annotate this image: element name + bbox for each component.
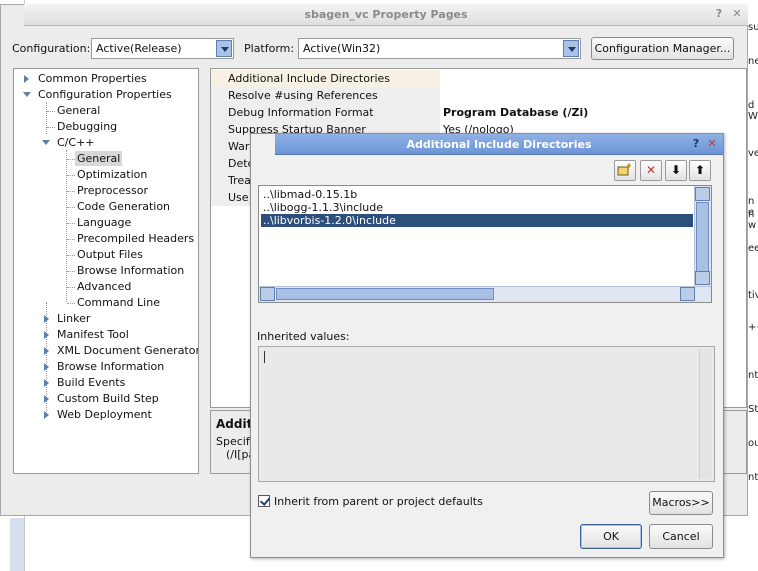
background-text: ou bbox=[748, 438, 758, 449]
grid-row-name: Resolve #using References bbox=[211, 87, 440, 104]
tree-item-advanced[interactable]: Advanced bbox=[77, 279, 131, 294]
text-caret bbox=[264, 351, 265, 363]
tree-item-code-generation[interactable]: Code Generation bbox=[77, 199, 170, 214]
tree-item-output-files[interactable]: Output Files bbox=[77, 247, 143, 262]
delete-icon[interactable]: ✕ bbox=[640, 160, 662, 181]
grid-row[interactable]: Debug Information Format Program Databas… bbox=[211, 104, 746, 121]
directory-list[interactable]: ..\libmad-0.15.1b ..\libogg-1.1.3\includ… bbox=[258, 185, 712, 303]
tree-item-general[interactable]: General bbox=[57, 103, 100, 118]
background-text: ne bbox=[748, 56, 758, 67]
tree-item-command-line[interactable]: Command Line bbox=[77, 295, 160, 310]
inherited-values-box bbox=[258, 346, 715, 482]
grid-row-name: Debug Information Format bbox=[211, 104, 440, 121]
background-text: ve bbox=[748, 148, 758, 159]
grid-row[interactable]: Additional Include Directories bbox=[211, 70, 746, 87]
platform-value: Active(Win32) bbox=[303, 42, 381, 55]
tree-item-build-events[interactable]: Build Events bbox=[57, 375, 125, 390]
expand-icon[interactable] bbox=[24, 75, 29, 83]
tree-item-custom-build-step[interactable]: Custom Build Step bbox=[57, 391, 159, 406]
tree-item-xml-document-generator[interactable]: XML Document Generator bbox=[57, 343, 198, 358]
vertical-scrollbar[interactable] bbox=[694, 186, 711, 286]
tree-item-optimization[interactable]: Optimization bbox=[77, 167, 147, 182]
configuration-manager-button[interactable]: Configuration Manager... bbox=[591, 37, 734, 60]
scroll-left-icon[interactable] bbox=[260, 287, 275, 301]
include-dialog-title: Additional Include Directories bbox=[406, 138, 592, 151]
expand-icon[interactable] bbox=[44, 363, 49, 371]
background-text: tiv bbox=[748, 290, 758, 301]
collapse-icon[interactable] bbox=[42, 140, 50, 145]
include-directories-titlebar[interactable]: Additional Include Directories ? ✕ bbox=[275, 134, 723, 155]
property-tree[interactable]: Common Properties Configuration Properti… bbox=[13, 68, 199, 474]
collapse-icon[interactable] bbox=[23, 92, 31, 97]
background-text: St bbox=[748, 404, 758, 415]
include-directories-dialog: Additional Include Directories ? ✕ ✕ ⬇ ⬆… bbox=[250, 133, 724, 558]
tree-item-precompiled-headers[interactable]: Precompiled Headers bbox=[77, 231, 194, 246]
background-text: ++ bbox=[748, 322, 758, 333]
property-pages-titlebar[interactable]: sbagen_vc Property Pages ? ✕ bbox=[24, 4, 748, 26]
close-icon[interactable]: ✕ bbox=[705, 137, 719, 151]
expand-icon[interactable] bbox=[44, 347, 49, 355]
ok-button[interactable]: OK bbox=[580, 524, 642, 549]
list-item[interactable]: ..\libogg-1.1.3\include bbox=[261, 201, 693, 214]
scroll-thumb[interactable] bbox=[276, 288, 494, 300]
background-text: d W bbox=[748, 100, 758, 122]
tree-item-configuration-properties[interactable]: Configuration Properties bbox=[38, 87, 172, 102]
grid-row-value[interactable]: Program Database (/Zi) bbox=[440, 104, 588, 121]
move-up-icon[interactable]: ⬆ bbox=[689, 160, 711, 181]
inherit-checkbox-label[interactable]: Inherit from parent or project defaults bbox=[274, 495, 483, 508]
tree-item-common-properties[interactable]: Common Properties bbox=[38, 71, 147, 86]
scroll-right-icon[interactable] bbox=[680, 287, 695, 301]
tree-item-linker[interactable]: Linker bbox=[57, 311, 90, 326]
vertical-scrollbar bbox=[699, 349, 712, 479]
help-icon[interactable]: ? bbox=[689, 137, 703, 151]
platform-select[interactable]: Active(Win32) bbox=[298, 38, 581, 59]
background-window-strip bbox=[10, 518, 24, 571]
grid-row-name: Additional Include Directories bbox=[211, 70, 440, 87]
inherit-checkbox[interactable] bbox=[258, 495, 270, 507]
tree-item-preprocessor[interactable]: Preprocessor bbox=[77, 183, 148, 198]
list-item[interactable]: ..\libvorbis-1.2.0\include bbox=[261, 214, 693, 227]
background-text: n w bbox=[748, 209, 757, 231]
expand-icon[interactable] bbox=[44, 315, 49, 323]
chevron-down-icon[interactable] bbox=[563, 40, 579, 57]
tree-item-manifest-tool[interactable]: Manifest Tool bbox=[57, 327, 129, 342]
chevron-down-icon[interactable] bbox=[216, 40, 232, 57]
scroll-thumb[interactable] bbox=[696, 202, 709, 272]
expand-icon[interactable] bbox=[44, 331, 49, 339]
tree-item-cpp[interactable]: C/C++ bbox=[57, 135, 95, 150]
list-item[interactable]: ..\libmad-0.15.1b bbox=[261, 188, 693, 201]
close-icon[interactable]: ✕ bbox=[730, 7, 744, 21]
tree-item-debugging[interactable]: Debugging bbox=[57, 119, 117, 134]
macros-button[interactable]: Macros>> bbox=[649, 491, 713, 515]
expand-icon[interactable] bbox=[44, 411, 49, 419]
grid-row[interactable]: Resolve #using References bbox=[211, 87, 746, 104]
new-line-icon[interactable] bbox=[614, 160, 636, 181]
cancel-button[interactable]: Cancel bbox=[649, 524, 713, 549]
horizontal-scrollbar[interactable] bbox=[259, 286, 711, 302]
background-text: su bbox=[748, 22, 758, 33]
background-window-right: su ne d W ve n e n w ee tiv ++ nt St ou … bbox=[748, 0, 758, 571]
tree-item-language[interactable]: Language bbox=[77, 215, 131, 230]
tree-item-cpp-general[interactable]: General bbox=[75, 151, 123, 166]
grid-row-value[interactable] bbox=[440, 70, 443, 87]
expand-icon[interactable] bbox=[44, 395, 49, 403]
background-text: nt bbox=[748, 472, 758, 483]
configuration-label: Configuration: bbox=[12, 42, 91, 55]
help-icon[interactable]: ? bbox=[712, 7, 726, 21]
tree-item-browse-information[interactable]: Browse Information bbox=[77, 263, 184, 278]
platform-label: Platform: bbox=[244, 42, 295, 55]
scroll-down-icon[interactable] bbox=[695, 271, 710, 285]
tree-item-browse-information-2[interactable]: Browse Information bbox=[57, 359, 164, 374]
move-down-icon[interactable]: ⬇ bbox=[665, 160, 687, 181]
background-text: nt bbox=[748, 370, 758, 381]
scroll-up-icon[interactable] bbox=[695, 187, 710, 201]
inherited-values-label: Inherited values: bbox=[257, 330, 350, 343]
expand-icon[interactable] bbox=[44, 379, 49, 387]
background-text: ee bbox=[748, 243, 758, 254]
tree-item-web-deployment[interactable]: Web Deployment bbox=[57, 407, 152, 422]
dialog-title: sbagen_vc Property Pages bbox=[304, 8, 468, 21]
configuration-value: Active(Release) bbox=[96, 42, 182, 55]
configuration-select[interactable]: Active(Release) bbox=[91, 38, 234, 59]
grid-row-value[interactable] bbox=[440, 87, 443, 104]
